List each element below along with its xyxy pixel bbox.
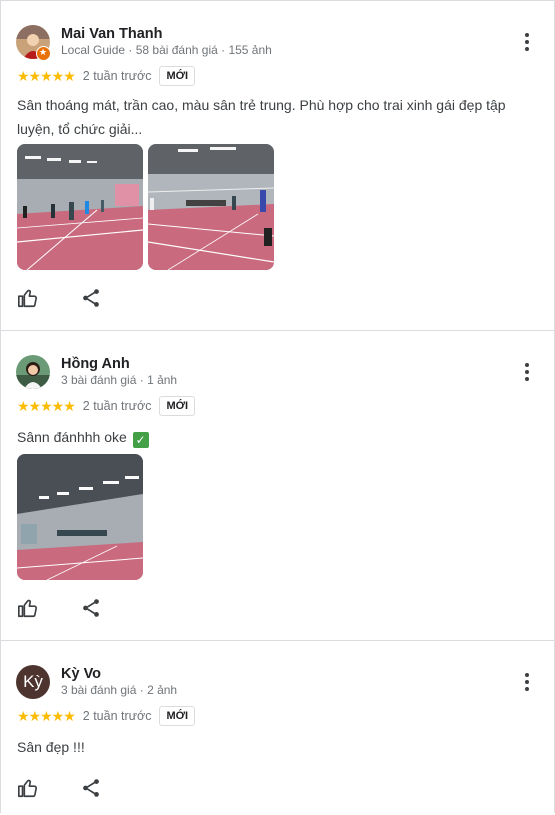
review-time: 2 tuần trước [82,399,152,413]
review-text: Sân thoáng mát, trần cao, màu sân trẻ tr… [17,97,506,137]
star-rating: ★★★★★ [17,397,76,414]
share-icon [83,289,99,307]
review-text: Sân đẹp !!! [17,739,85,755]
avatar[interactable]: Kỳ [16,665,50,699]
review-text-block: Sânn đánhhh oke ✓ [17,425,517,449]
review-text: Sânn đánhhh oke [17,429,127,445]
review-photo[interactable] [148,144,274,270]
reviewer-meta: 3 bài đánh giá · 1 ảnh [61,373,178,387]
thumb-up-icon [18,599,37,618]
like-button[interactable] [17,287,39,309]
reviews-panel: Mai Van Thanh Local Guide · 58 bài đánh … [0,0,555,813]
share-button[interactable] [80,597,102,619]
star-rating: ★★★★★ [17,707,76,724]
new-badge: MỚI [159,396,196,416]
rating-row: ★★★★★ 2 tuần trước MỚI [17,395,196,417]
local-guide-badge-icon [36,46,51,61]
like-button[interactable] [17,597,39,619]
reviewer-meta: Local Guide · 58 bài đánh giá · 155 ảnh [61,43,272,57]
reviewer-name[interactable]: Hồng Anh [61,356,130,372]
reviewer-name[interactable]: Mai Van Thanh [61,26,163,42]
avatar[interactable] [16,355,50,389]
check-mark-icon: ✓ [132,432,149,448]
review-time: 2 tuần trước [82,709,152,723]
star-rating: ★★★★★ [17,67,76,84]
like-button[interactable] [17,777,39,799]
reviewer-meta: 3 bài đánh giá · 2 ảnh [61,683,178,697]
rating-row: ★★★★★ 2 tuần trước MỚI [17,705,196,727]
more-options-icon[interactable] [517,32,537,52]
new-badge: MỚI [159,66,196,86]
review-photo[interactable] [17,144,143,270]
review-card: Hồng Anh 3 bài đánh giá · 1 ảnh ★★★★★ 2 … [1,331,554,641]
share-button[interactable] [80,777,102,799]
review-time: 2 tuần trước [82,69,152,83]
more-options-icon[interactable] [517,362,537,382]
reviewer-name[interactable]: Kỳ Vo [61,666,101,682]
share-icon [83,779,99,797]
share-button[interactable] [80,287,102,309]
rating-row: ★★★★★ 2 tuần trước MỚI [17,65,196,87]
thumb-up-icon [18,779,37,798]
more-options-icon[interactable] [517,672,537,692]
review-card: Kỳ Kỳ Vo 3 bài đánh giá · 2 ảnh ★★★★★ 2 … [1,641,554,815]
review-card: Mai Van Thanh Local Guide · 58 bài đánh … [1,1,554,331]
review-photo[interactable] [17,454,143,580]
share-icon [83,599,99,617]
thumb-up-icon [18,289,37,308]
new-badge: MỚI [159,706,196,726]
